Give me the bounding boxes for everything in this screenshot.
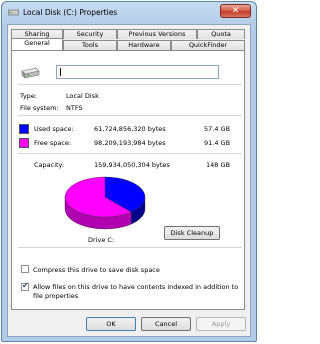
capacity-size: 148 GB bbox=[206, 161, 230, 169]
type-label: Type: bbox=[20, 92, 38, 100]
drive-label: Drive C: bbox=[88, 236, 115, 244]
apply-button[interactable]: Apply bbox=[196, 317, 246, 331]
compress-checkbox[interactable] bbox=[21, 265, 29, 273]
separator bbox=[18, 115, 242, 116]
general-panel: Type: Local Disk File system: NTFS Used … bbox=[11, 50, 245, 310]
title-bar[interactable]: Local Disk (C:) Properties ✕ bbox=[2, 2, 256, 24]
compress-label: Compress this drive to save disk space bbox=[33, 266, 160, 274]
tab-hardware[interactable]: Hardware bbox=[117, 40, 171, 50]
separator bbox=[18, 247, 242, 248]
free-space-bytes: 98,209,193,984 bytes bbox=[94, 139, 166, 147]
tab-general[interactable]: General bbox=[11, 38, 63, 50]
cancel-button[interactable]: Cancel bbox=[141, 317, 191, 331]
type-value: Local Disk bbox=[66, 92, 99, 100]
tab-previous-versions[interactable]: Previous Versions bbox=[117, 29, 197, 39]
tab-quota[interactable]: Quota bbox=[197, 29, 245, 39]
volume-name-input[interactable] bbox=[56, 65, 219, 79]
used-space-label: Used space: bbox=[34, 125, 74, 133]
check-mark-icon: ✔ bbox=[22, 281, 29, 290]
separator bbox=[18, 84, 242, 85]
dialog-client: Sharing Security Previous Versions Quota… bbox=[7, 24, 251, 337]
text-caret bbox=[60, 68, 61, 76]
used-space-bytes: 61,724,856,320 bytes bbox=[94, 125, 166, 133]
tab-tools[interactable]: Tools bbox=[63, 40, 117, 50]
tab-quickfinder[interactable]: QuickFinder bbox=[171, 40, 245, 50]
capacity-label: Capacity: bbox=[34, 161, 65, 169]
ok-button[interactable]: OK bbox=[86, 317, 136, 331]
drive-icon bbox=[8, 9, 19, 16]
separator bbox=[18, 153, 242, 154]
window-title: Local Disk (C:) Properties bbox=[23, 8, 118, 17]
index-label-line1: Allow files on this drive to have conten… bbox=[33, 283, 239, 291]
file-system-label: File system: bbox=[20, 104, 59, 112]
disk-usage-pie-chart bbox=[64, 176, 146, 230]
index-checkbox[interactable]: ✔ bbox=[21, 281, 29, 291]
capacity-bytes: 159,934,050,304 bytes bbox=[94, 161, 170, 169]
free-space-label: Free space: bbox=[34, 139, 72, 147]
file-system-value: NTFS bbox=[66, 104, 83, 112]
used-space-swatch bbox=[19, 124, 29, 134]
drive-icon bbox=[21, 67, 40, 79]
used-space-size: 57.4 GB bbox=[204, 125, 231, 133]
tab-security[interactable]: Security bbox=[63, 29, 117, 39]
index-label-line2: file properties bbox=[33, 292, 79, 300]
properties-window: Local Disk (C:) Properties ✕ Sharing Sec… bbox=[1, 1, 257, 342]
disk-cleanup-button[interactable]: Disk Cleanup bbox=[164, 226, 220, 240]
free-space-swatch bbox=[19, 138, 29, 148]
close-button[interactable]: ✕ bbox=[220, 4, 251, 18]
free-space-size: 91.4 GB bbox=[204, 139, 231, 147]
